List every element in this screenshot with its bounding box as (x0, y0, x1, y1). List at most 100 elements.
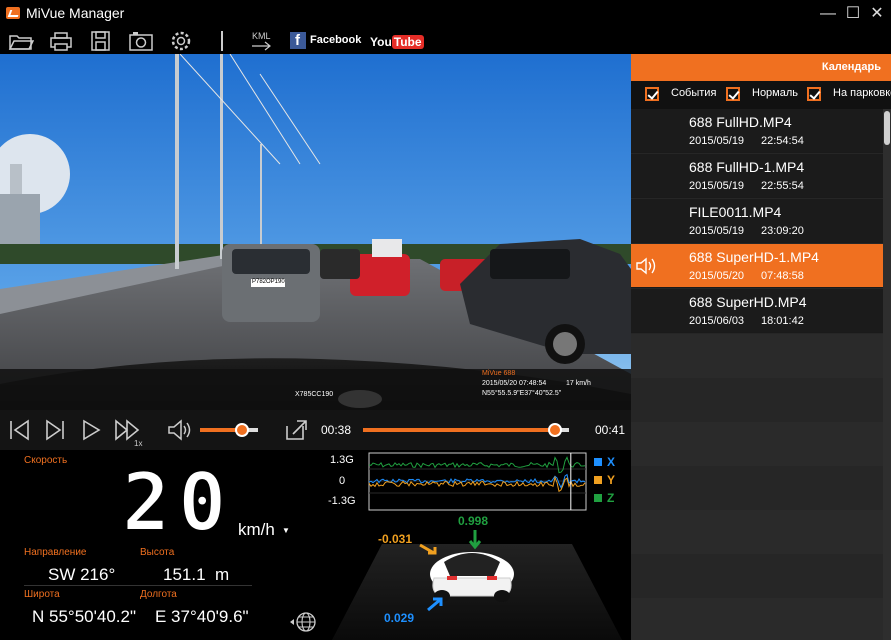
title-bar: MiVue Manager — ☐ ✕ (0, 0, 891, 28)
latitude-label: Широта (24, 589, 60, 600)
g-value-z: 0.998 (458, 514, 489, 528)
gps-info-panel: Скорость 20 km/h ▼ Направление Высота SW… (0, 450, 322, 640)
play-icon[interactable] (80, 418, 102, 442)
filter-normal-label: Нормальный (752, 87, 798, 99)
legend-x-label: X (607, 455, 616, 469)
legend-y-swatch (594, 476, 602, 484)
longitude-value: E 37°40'9.6" (155, 607, 249, 626)
file-row[interactable]: 688 FullHD.MP4 2015/05/19 22:54:54 (631, 109, 883, 153)
video-overlay-coords: N55°55.5.9"E37°40"52.5" (482, 390, 562, 397)
speed-value: 20 (121, 456, 235, 549)
empty-row (631, 554, 883, 598)
calendar-header[interactable]: Календарь (631, 54, 891, 81)
playback-speed-label: 1x (134, 439, 143, 448)
seek-bar[interactable] (363, 423, 569, 437)
seek-bar-fill (363, 428, 555, 432)
file-name: 688 FullHD.MP4 (689, 114, 792, 130)
toolbar-divider (221, 31, 223, 51)
file-time: 22:55:54 (761, 180, 804, 192)
g-sensor-panel: 1.3G 0 -1.3G X Y Z -0.031 0.998 0.029 (322, 450, 631, 640)
kml-label: KML (252, 31, 271, 41)
file-row[interactable]: 688 FullHD-1.MP4 2015/05/19 22:55:54 (631, 154, 883, 198)
video-overlay-speed: 17 km/h (566, 380, 591, 387)
info-divider (24, 585, 252, 586)
skip-back-icon[interactable] (8, 418, 30, 442)
g-value-x: -0.031 (378, 532, 413, 546)
file-date: 2015/06/03 (689, 315, 745, 327)
volume-slider-handle[interactable] (234, 423, 249, 437)
video-frame (0, 54, 631, 410)
arrow-y-icon (427, 597, 443, 612)
minimize-button[interactable]: — (817, 4, 839, 24)
empty-row (631, 334, 883, 378)
save-icon[interactable] (88, 30, 114, 52)
facebook-logo-icon: f (290, 32, 306, 49)
file-time: 07:48:58 (761, 270, 804, 282)
arrow-right-icon (252, 41, 271, 51)
calendar-label: Календарь (821, 61, 881, 73)
car-plate-text: Р782ОР190 (252, 279, 285, 285)
kml-export-button[interactable]: KML (250, 29, 274, 51)
filter-events-checkbox[interactable] (645, 87, 659, 101)
empty-row (631, 466, 883, 510)
video-player[interactable]: X785CC190 MiVue 688 2015/05/20 07:48:54 … (0, 54, 631, 410)
file-time: 22:54:54 (761, 135, 804, 147)
filter-parking-label: На парковке (833, 87, 891, 99)
arrow-z-icon (468, 530, 482, 550)
legend-z-label: Z (607, 491, 615, 505)
speed-label: Скорость (24, 455, 68, 466)
gear-icon[interactable] (168, 30, 194, 52)
file-list-panel: Календарь События Нормальный На парковке… (631, 54, 891, 640)
youtube-button[interactable]: You Tube (370, 33, 424, 49)
file-date: 2015/05/19 (689, 225, 745, 237)
file-row-selected[interactable]: 688 SuperHD-1.MP4 2015/05/20 07:48:58 (631, 244, 883, 288)
altitude-label: Высота (140, 547, 175, 558)
file-name: 688 SuperHD-1.MP4 (689, 249, 819, 265)
g-sensor-graph (368, 452, 587, 511)
youtube-label-you: You (370, 35, 392, 49)
seek-bar-handle[interactable] (547, 423, 562, 437)
print-icon[interactable] (48, 30, 74, 52)
file-name: 688 SuperHD.MP4 (689, 294, 807, 310)
camera-icon[interactable] (128, 30, 154, 52)
volume-icon[interactable] (166, 418, 192, 442)
file-date: 2015/05/20 (689, 270, 745, 282)
altitude-value: 151.1 m (163, 565, 230, 584)
time-current: 00:38 (321, 423, 352, 437)
legend-y-label: Y (607, 473, 616, 487)
file-list-scrollbar[interactable] (883, 109, 891, 640)
filter-normal-checkbox[interactable] (726, 87, 740, 101)
speaker-icon (636, 257, 656, 275)
legend-z-swatch (594, 494, 602, 502)
empty-row (631, 510, 883, 554)
facebook-button[interactable]: Facebook (310, 34, 361, 46)
video-overlay-datetime: 2015/05/20 07:48:54 (482, 380, 547, 387)
file-date: 2015/05/19 (689, 135, 745, 147)
file-row[interactable]: 688 SuperHD.MP4 2015/06/03 18:01:42 (631, 289, 883, 333)
g-sensor-ytick-top: 1.3G (330, 454, 354, 466)
folder-open-icon[interactable] (8, 30, 35, 52)
close-button[interactable]: ✕ (866, 4, 888, 24)
filter-parking-checkbox[interactable] (807, 87, 821, 101)
time-total: 00:41 (595, 423, 626, 437)
speed-unit-dropdown-icon[interactable]: ▼ (282, 526, 290, 535)
playback-controls: 1x 00:38 00:41 (0, 410, 631, 450)
globe-icon[interactable] (288, 610, 318, 634)
video-plate-text: X785CC190 (295, 391, 334, 398)
empty-row (631, 378, 883, 422)
volume-slider[interactable] (200, 423, 258, 437)
arrow-x-icon (419, 543, 437, 555)
file-name: FILE0011.MP4 (689, 204, 782, 220)
scrollbar-thumb[interactable] (884, 111, 890, 145)
file-row[interactable]: FILE0011.MP4 2015/05/19 23:09:20 (631, 199, 883, 243)
fullscreen-icon[interactable] (283, 418, 309, 442)
app-logo-icon (6, 7, 20, 19)
latitude-value: N 55°50'40.2" (32, 607, 136, 626)
file-name: 688 FullHD-1.MP4 (689, 159, 805, 175)
g-value-y: 0.029 (384, 611, 415, 625)
speed-unit: km/h (238, 520, 275, 539)
filter-events-label: События (671, 87, 717, 99)
step-forward-icon[interactable] (44, 418, 66, 442)
maximize-button[interactable]: ☐ (842, 4, 864, 24)
file-date: 2015/05/19 (689, 180, 745, 192)
